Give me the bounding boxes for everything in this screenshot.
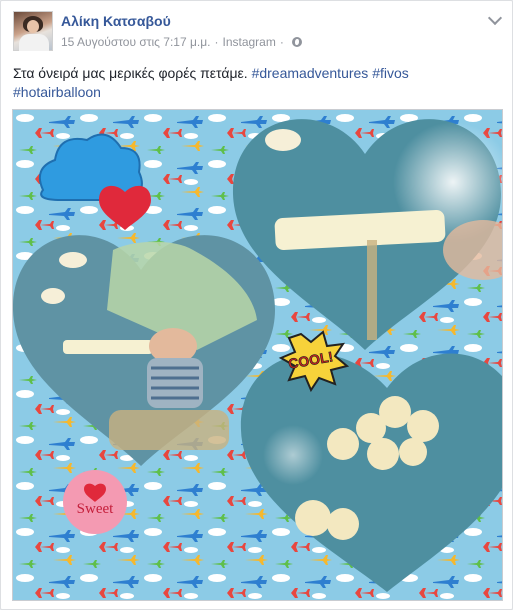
post-text-main: Στα όνειρά μας μερικές φορές πετάμε. [13,65,248,81]
hashtag-link[interactable]: #dreamadventures [252,65,369,81]
post-meta: 15 Αυγούστου στις 7:17 μ.μ. · Instagram … [61,35,302,49]
post-text: Στα όνειρά μας μερικές φορές πετάμε. #dr… [13,64,493,102]
meta-separator: · [279,35,284,49]
sweet-sticker: Sweet [63,470,127,534]
hashtag-link[interactable]: #fivos [372,65,409,81]
post-card: Αλίκη Κατσαβού 15 Αυγούστου στις 7:17 μ.… [0,0,513,610]
photo-collage: COOL! Sweet [13,110,502,600]
post-photo[interactable]: COOL! Sweet [12,109,503,601]
author-name[interactable]: Αλίκη Κατσαβού [61,13,171,29]
globe-icon[interactable] [291,37,302,47]
meta-separator: · [214,35,219,49]
hashtag-link[interactable]: #hotairballoon [13,84,101,100]
author-avatar[interactable] [13,11,53,51]
post-source[interactable]: Instagram [222,35,275,49]
chevron-down-icon[interactable] [487,10,503,26]
post-timestamp[interactable]: 15 Αυγούστου στις 7:17 μ.μ. [61,35,210,49]
sweet-sticker-label: Sweet [77,501,114,517]
